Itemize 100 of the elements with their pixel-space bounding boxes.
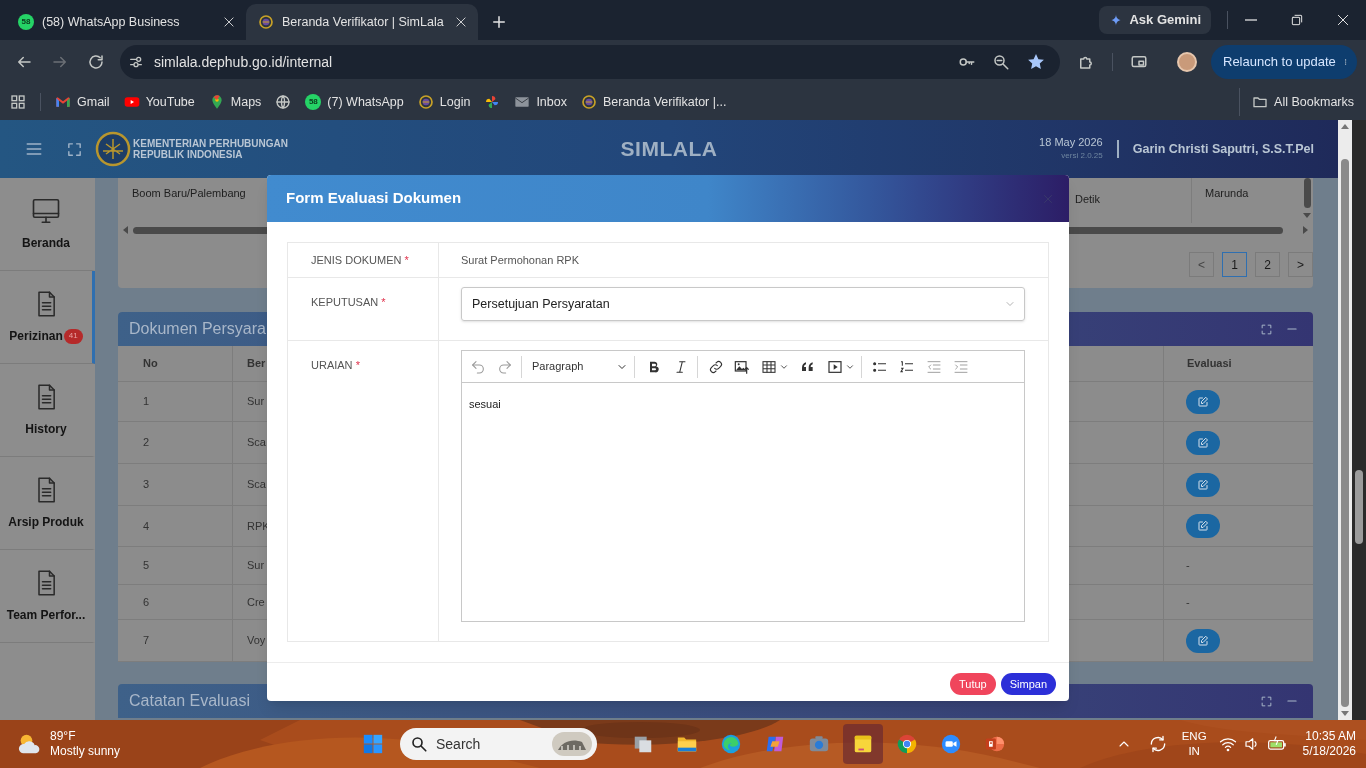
zoom-icon[interactable] xyxy=(992,53,1010,71)
sticky-note-icon[interactable] xyxy=(843,724,883,764)
notification-badge: 58 xyxy=(18,14,34,30)
sidebar-label: Team Perfor... xyxy=(6,607,86,624)
image-upload-icon[interactable] xyxy=(734,358,750,375)
column-header: Evaluasi xyxy=(1187,356,1232,372)
app-title: SIMLALA xyxy=(620,136,718,163)
emblem-icon xyxy=(417,94,434,110)
scrollbar[interactable] xyxy=(1338,120,1352,720)
sidebar-label: Arsip Produk xyxy=(8,514,84,531)
dialog-title: Form Evaluasi Dokumen xyxy=(286,188,462,209)
search-bar[interactable]: Search xyxy=(400,728,597,760)
organization-name: KEMENTERIAN PERHUBUNGAN xyxy=(133,138,288,149)
media-icon[interactable] xyxy=(827,358,843,375)
table-cell: Boom Baru/Palembang xyxy=(132,187,246,199)
table-cell-text: Voy xyxy=(247,633,266,649)
table-cell-text: Sur xyxy=(247,558,265,574)
wifi-icon[interactable] xyxy=(1218,735,1237,753)
close-icon[interactable] xyxy=(454,15,468,29)
relaunch-button[interactable]: Relaunch to update xyxy=(1211,45,1357,79)
folder-icon xyxy=(1252,94,1269,110)
language-text[interactable]: IN xyxy=(1188,744,1200,759)
all-bookmarks-button[interactable]: All Bookmarks xyxy=(1239,88,1354,116)
windows-start-icon[interactable] xyxy=(362,733,384,755)
italic-icon[interactable] xyxy=(673,358,689,375)
browser-tab[interactable]: Beranda Verifikator | SimLala xyxy=(246,4,478,40)
field-label: URAIAN * xyxy=(311,359,360,371)
monitor-icon xyxy=(31,196,61,226)
version-text: versi 2.0.25 xyxy=(1061,150,1103,162)
close-icon xyxy=(1335,12,1351,28)
table-icon[interactable] xyxy=(761,358,777,375)
sidebar-label: History xyxy=(25,421,67,438)
search-field[interactable]: Search xyxy=(436,733,536,755)
bookmark[interactable]: Beranda Verifikator |... xyxy=(574,88,733,116)
sidebar-label: Perizinan xyxy=(9,328,63,345)
fossil-icon xyxy=(551,732,593,756)
expand-icon[interactable] xyxy=(1260,694,1273,708)
edit-icon xyxy=(1197,634,1209,647)
mail-logo-icon xyxy=(55,94,71,110)
rich-text-field[interactable]: sesuai xyxy=(461,383,1025,622)
clock-date[interactable]: 5/18/2026 xyxy=(1302,744,1356,759)
sidebar-label: Beranda xyxy=(22,235,70,252)
date-text: 18 May 2026 xyxy=(1039,136,1103,149)
select-field[interactable]: Persetujuan Persyaratan xyxy=(461,287,1025,321)
panel-title: Dokumen Persyara xyxy=(129,319,266,339)
column-header: Ber xyxy=(247,356,266,372)
table-cell-text: Sca xyxy=(247,477,266,493)
new-tab-icon[interactable] xyxy=(490,13,508,31)
url-text[interactable]: simlala.dephub.go.id/internal xyxy=(154,51,954,73)
pinwheel-icon[interactable] xyxy=(484,94,501,110)
pagination-button[interactable]: 2 xyxy=(1255,252,1280,277)
notification-badge: 58 xyxy=(305,94,322,110)
column-header: No xyxy=(143,356,158,372)
clock-time[interactable]: 10:35 AM xyxy=(1305,729,1356,744)
numbered-list-icon[interactable] xyxy=(899,358,915,375)
table-cell-text: Cre xyxy=(247,594,265,610)
ask-gemini-button[interactable]: Ask Gemini xyxy=(1099,6,1211,34)
close-button[interactable]: Tutup xyxy=(949,673,996,695)
edit-icon xyxy=(1197,395,1209,408)
field-label: JENIS DOKUMEN * xyxy=(311,252,409,268)
browser-tab[interactable]: 58 (58) WhatsApp Business xyxy=(4,4,246,40)
site-settings-icon[interactable] xyxy=(128,54,144,70)
field-value: Surat Permohonan RPK xyxy=(461,252,579,268)
table-cell-text: 2 xyxy=(143,435,150,451)
minimize-icon xyxy=(1245,19,1257,21)
bookmark-star-icon[interactable] xyxy=(1026,52,1046,72)
pagination-button[interactable]: > xyxy=(1288,252,1313,277)
table-cell-text: - xyxy=(1186,558,1190,574)
table-cell-text: - xyxy=(1186,594,1190,610)
bookmark[interactable]: 58 (7) WhatsApp xyxy=(299,88,410,116)
pagination-button[interactable]: 1 xyxy=(1222,252,1247,277)
bookmark[interactable]: YouTube xyxy=(117,88,201,116)
emblem-icon xyxy=(258,14,274,30)
field-label: KEPUTUSAN * xyxy=(311,296,386,308)
edit-icon xyxy=(1197,520,1209,532)
address-bar[interactable]: simlala.dephub.go.id/internal xyxy=(120,45,1060,79)
bookmark[interactable]: Login xyxy=(411,88,477,116)
scrollbar[interactable] xyxy=(1352,120,1366,720)
avatar[interactable] xyxy=(1177,52,1197,72)
table-cell-text: Sca xyxy=(247,435,266,451)
bookmark[interactable]: Maps xyxy=(202,88,268,116)
globe-icon[interactable] xyxy=(275,94,292,110)
fullscreen-icon[interactable] xyxy=(66,140,83,158)
language-text[interactable]: ENG xyxy=(1181,729,1207,744)
envelope-icon xyxy=(514,94,531,110)
emblem-icon xyxy=(580,94,597,110)
edit-icon xyxy=(1197,436,1209,449)
block-style-dropdown[interactable]: Paragraph xyxy=(532,358,628,375)
bookmark[interactable]: Inbox xyxy=(508,88,573,116)
table-cell: Detik xyxy=(1075,193,1101,205)
user-name[interactable]: Garin Christi Saputri, S.S.T.Pel xyxy=(1132,139,1314,159)
apps-icon[interactable] xyxy=(10,94,26,110)
close-icon[interactable] xyxy=(222,15,236,29)
bookmark[interactable]: Gmail xyxy=(49,88,116,116)
save-button[interactable]: Simpan xyxy=(1000,673,1056,695)
expand-icon[interactable] xyxy=(1260,322,1273,336)
edit-icon xyxy=(1197,478,1209,491)
reload-icon xyxy=(87,53,105,71)
link-icon[interactable] xyxy=(708,358,724,375)
temperature-text: 89°F xyxy=(50,729,77,744)
